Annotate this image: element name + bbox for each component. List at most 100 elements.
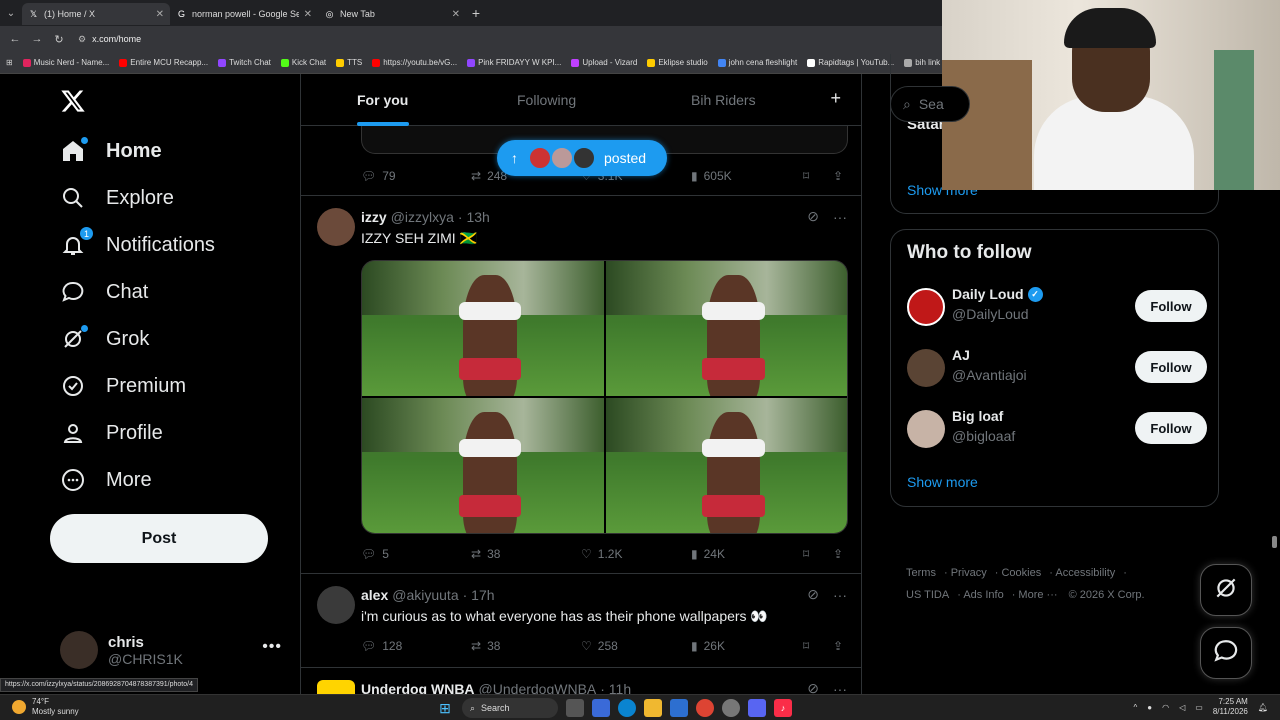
footer-link[interactable]: Cookies	[1001, 567, 1041, 579]
footer-link[interactable]: US TIDA	[906, 589, 949, 601]
chevron-up-icon[interactable]: ^	[1134, 703, 1138, 712]
footer-link[interactable]: Accessibility	[1055, 567, 1115, 579]
repost-button[interactable]: ⇄ 38	[471, 547, 500, 561]
tab-x-home[interactable]: 𝕏 (1) Home / X ✕	[22, 3, 170, 25]
bookmark[interactable]: Rapidtags | YouTub...	[807, 58, 894, 67]
bookmark[interactable]: TTS	[336, 58, 362, 67]
more-horizontal-icon[interactable]: ···	[833, 681, 847, 695]
tab-new-tab[interactable]: ◎ New Tab ✕	[318, 3, 466, 25]
bookmark[interactable]: https://youtu.be/vG...	[372, 58, 457, 67]
avatar[interactable]	[907, 410, 945, 448]
author-handle[interactable]: @akiyuuta	[392, 587, 458, 603]
reply-button[interactable]: 💬︎ 79	[361, 169, 396, 183]
tweet-photo[interactable]	[605, 261, 847, 396]
forward-icon[interactable]: →	[28, 33, 46, 45]
suggestion-name[interactable]: Daily Loud ✓	[952, 286, 1043, 302]
grok-icon[interactable]: ⊘	[807, 586, 819, 603]
account-switcher[interactable]: chris @CHRIS1K •••	[60, 628, 290, 672]
reply-button[interactable]: 💬︎ 5	[361, 547, 389, 561]
tweet-time[interactable]: · 17h	[463, 587, 495, 603]
tab-search-icon[interactable]: ⌄	[0, 0, 22, 26]
tweet[interactable]: izzy @izzylxya · 13h ⊘ ··· IZZY SEH ZIMI…	[301, 196, 861, 574]
file-explorer-icon[interactable]	[644, 699, 662, 717]
tweet-time[interactable]: · 13h	[458, 209, 490, 225]
tweet-time[interactable]: · 11h	[600, 681, 631, 694]
like-button[interactable]: ♡ 1.2K	[581, 547, 622, 561]
new-tab-button[interactable]: +	[466, 5, 486, 21]
bookmark[interactable]: Upload - Vizard	[571, 58, 637, 67]
follow-suggestion[interactable]: Big loaf @bigloaaf Follow	[907, 408, 1207, 452]
nav-home[interactable]: Home	[60, 137, 162, 164]
close-icon[interactable]: ✕	[452, 9, 460, 20]
follow-suggestion[interactable]: Daily Loud ✓ @DailyLoud Follow	[907, 286, 1207, 330]
author-name[interactable]: izzy	[361, 209, 387, 225]
more-horizontal-icon[interactable]: ···	[833, 587, 847, 603]
bookmark-button[interactable]: ⌑	[803, 639, 809, 653]
edge-icon[interactable]	[618, 699, 636, 717]
more-horizontal-icon[interactable]: ···	[833, 209, 847, 225]
bookmark[interactable]: Kick Chat	[280, 58, 326, 67]
tab-for-you[interactable]: For you	[357, 74, 409, 126]
author-handle[interactable]: @UnderdogWNBA	[479, 681, 597, 694]
back-icon[interactable]: ←	[6, 33, 24, 45]
share-button[interactable]: ⇪	[833, 169, 843, 183]
footer-link[interactable]: Privacy	[951, 567, 987, 579]
store-icon[interactable]	[670, 699, 688, 717]
more-horizontal-icon[interactable]: •••	[262, 638, 282, 656]
bookmark[interactable]: Eklipse studio	[647, 58, 708, 67]
share-button[interactable]: ⇪	[833, 547, 843, 561]
avatar[interactable]	[317, 680, 355, 694]
tweet-photo[interactable]	[605, 398, 847, 533]
author-handle[interactable]: @izzylxya	[391, 209, 454, 225]
site-info-icon[interactable]: ⚙	[78, 34, 86, 45]
wifi-icon[interactable]: ◠	[1162, 703, 1169, 712]
nav-profile[interactable]: Profile	[60, 420, 163, 446]
bookmark-button[interactable]: ⌑	[803, 169, 809, 183]
avatar[interactable]	[317, 586, 355, 624]
author-name[interactable]: Underdog WNBA	[361, 681, 475, 694]
post-button[interactable]: Post	[50, 514, 268, 563]
copilot-icon[interactable]	[592, 699, 610, 717]
views-button[interactable]: ▮ 605K	[691, 169, 732, 183]
avatar[interactable]	[317, 208, 355, 246]
suggestion-name[interactable]: Big loaf	[952, 408, 1003, 424]
views-button[interactable]: ▮ 24K	[691, 547, 725, 561]
avatar[interactable]	[907, 349, 945, 387]
add-tab-icon[interactable]: +	[830, 88, 841, 109]
tab-following[interactable]: Following	[517, 74, 576, 126]
url-field[interactable]: ⚙ x.com/home	[78, 34, 141, 45]
bookmark[interactable]: Pink FRIDAYY W KPI...	[467, 58, 561, 67]
task-view-icon[interactable]	[566, 699, 584, 717]
bookmark[interactable]: Entire MCU Recapp...	[119, 58, 208, 67]
nav-more[interactable]: More	[60, 467, 152, 493]
music-icon[interactable]: ♪	[774, 699, 792, 717]
new-posts-pill[interactable]: ↑ posted	[497, 140, 667, 176]
bookmark[interactable]: Twitch Chat	[218, 58, 271, 67]
tab-bih-riders[interactable]: Bih Riders	[691, 74, 756, 126]
discord-icon[interactable]	[748, 699, 766, 717]
grok-icon[interactable]: ⊘	[807, 680, 819, 694]
footer-link[interactable]: Terms	[906, 567, 936, 579]
search-input[interactable]: ⌕ Sea	[890, 86, 970, 122]
close-icon[interactable]: ✕	[156, 9, 164, 20]
tweet-photo[interactable]	[362, 261, 604, 396]
settings-icon[interactable]	[722, 699, 740, 717]
battery-icon[interactable]: ▭	[1195, 703, 1203, 712]
grok-icon[interactable]: ⊘	[807, 208, 819, 225]
footer-link[interactable]: Ads Info	[963, 589, 1003, 601]
bookmark-button[interactable]: ⌑	[803, 547, 809, 561]
nav-premium[interactable]: Premium	[60, 373, 186, 399]
nav-grok[interactable]: Grok	[60, 325, 149, 352]
follow-button[interactable]: Follow	[1135, 412, 1207, 444]
follow-button[interactable]: Follow	[1135, 351, 1207, 383]
volume-icon[interactable]: ◁	[1179, 703, 1185, 712]
footer-link[interactable]: More ···	[1018, 589, 1057, 601]
x-logo-icon[interactable]	[60, 88, 86, 122]
chrome-icon[interactable]	[696, 699, 714, 717]
like-button[interactable]: ♡ 258	[581, 639, 618, 653]
bookmark[interactable]: Music Nerd - Name...	[22, 58, 109, 67]
windows-start-icon[interactable]: ⊞	[436, 699, 454, 717]
apps-icon[interactable]: ⊞	[6, 58, 13, 67]
tab-google-search[interactable]: G norman powell - Google Search ✕	[170, 3, 318, 25]
weather-widget[interactable]: 74°F Mostly sunny	[12, 697, 79, 717]
